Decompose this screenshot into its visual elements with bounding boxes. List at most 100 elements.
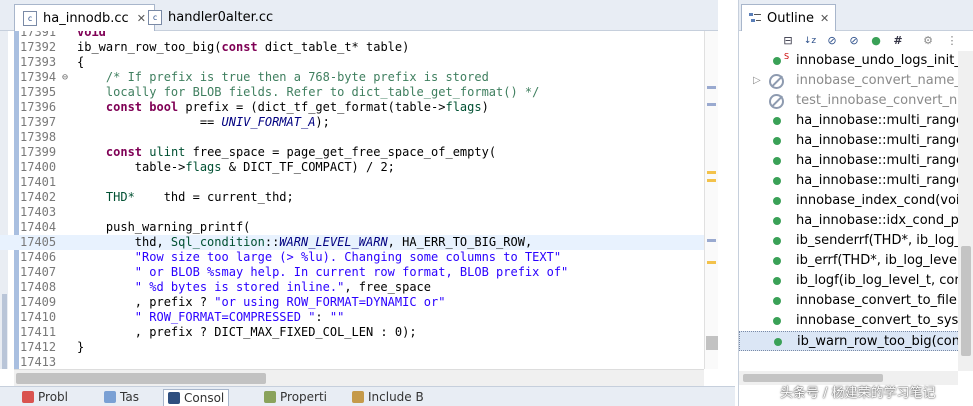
line-number: 17412: [20, 340, 57, 354]
console-icon: [168, 392, 180, 404]
code-line[interactable]: 17409 , prefix ? "or using ROW_FORMAT=DY…: [0, 295, 704, 310]
outline-item[interactable]: innobase_index_cond(void*): [739, 191, 973, 211]
code-token: ulint: [149, 145, 186, 159]
code-line[interactable]: 17394 ⊖ /* If prefix is true then a 768-b…: [0, 70, 704, 85]
scroll-thumb[interactable]: [743, 374, 883, 382]
link-editor-icon[interactable]: ⚙: [921, 34, 935, 48]
outline-item[interactable]: ha_innobase::idx_cond_push: [739, 211, 973, 231]
code-line[interactable]: 17407 " or BLOB %smay help. In current r…: [0, 265, 704, 280]
code-text-area[interactable]: 17391 void 17392 ib_warn_row_too_big(const …: [0, 31, 704, 369]
tab-handler0alter[interactable]: c handler0alter.cc: [140, 4, 281, 31]
outline-item[interactable]: ib_warn_row_too_big(const d: [739, 331, 973, 351]
hide-static-icon[interactable]: ⊘: [847, 34, 861, 48]
code-line[interactable]: 17402 THD* thd = current_thd;: [0, 190, 704, 205]
code-line[interactable]: 17404 push_warning_printf(: [0, 220, 704, 235]
outline-item[interactable]: ha_innobase::multi_range_re: [739, 131, 973, 151]
code-token: ::: [264, 235, 280, 249]
ruler-mark[interactable]: [707, 179, 716, 182]
group-icon[interactable]: #: [891, 34, 905, 48]
function-icon: [773, 177, 781, 185]
outline-item[interactable]: test_innobase_convert_name: [739, 91, 973, 111]
code-line[interactable]: 17401: [0, 175, 704, 190]
tab-console[interactable]: Consol: [163, 389, 230, 406]
expand-icon[interactable]: ▷: [753, 71, 761, 91]
outline-item[interactable]: innobase_convert_to_system_: [739, 311, 973, 331]
code-text: locally for BLOB fields. Refer to dict_t…: [77, 85, 539, 100]
overview-ruler[interactable]: [704, 31, 718, 369]
function-icon: [773, 297, 781, 305]
outline-item[interactable]: ib_senderrf(THD*, ib_log_lev: [739, 231, 973, 251]
hide-nonpublic-icon[interactable]: ●: [869, 34, 883, 48]
tab-outline[interactable]: Outline ✕: [741, 4, 837, 31]
code-line[interactable]: 17395 locally for BLOB fields. Refer to …: [0, 85, 704, 100]
outline-item[interactable]: ha_innobase::multi_range_re: [739, 171, 973, 191]
function-icon: [773, 237, 781, 245]
code-line[interactable]: 17406 "Row size too large (> %lu). Chang…: [0, 250, 704, 265]
ruler-mark[interactable]: [707, 261, 716, 264]
outline-item-label: ha_innobase::multi_range_re: [796, 173, 973, 188]
code-line[interactable]: 17411 , prefix ? DICT_MAX_FIXED_COL_LEN …: [0, 325, 704, 340]
view-menu-icon[interactable]: ⋮: [945, 34, 959, 48]
ruler-mark[interactable]: [707, 103, 716, 106]
tab-properties[interactable]: Properti: [264, 390, 327, 404]
code-line[interactable]: 17391 void: [0, 31, 704, 40]
code-line[interactable]: 17403: [0, 205, 704, 220]
ruler-mark[interactable]: [707, 171, 716, 174]
outline-item[interactable]: ib_logf(ib_log_level_t, const c: [739, 271, 973, 291]
code-token: flags: [445, 100, 482, 114]
hide-fields-icon[interactable]: ⊘: [825, 34, 839, 48]
code-line[interactable]: 17393 {: [0, 55, 704, 70]
outline-item[interactable]: ▷ innobase_convert_name_test: [739, 71, 973, 91]
outline-item[interactable]: ha_innobase::multi_range_re: [739, 111, 973, 131]
code-line[interactable]: 17413: [0, 355, 704, 369]
outline-item[interactable]: ib_errf(THD*, ib_log_level_t, i: [739, 251, 973, 271]
code-text: , prefix ? "or using ROW_FORMAT=DYNAMIC …: [77, 295, 446, 310]
tab-ha-innodb[interactable]: c ha_innodb.cc ✕: [14, 4, 155, 31]
editor-tab-bar: c ha_innodb.cc ✕ c handler0alter.cc: [0, 0, 718, 31]
excluded-icon: [769, 94, 784, 109]
outline-item[interactable]: ha_innobase::multi_range_re: [739, 151, 973, 171]
tab-label: Tas: [120, 390, 139, 404]
line-number: 17391: [20, 31, 57, 39]
outline-item[interactable]: innobase_convert_to_filenam: [739, 291, 973, 311]
tab-problems[interactable]: Probl: [22, 390, 68, 404]
properties-icon: [264, 391, 276, 403]
code-line[interactable]: 17410 " ROW_FORMAT=COMPRESSED ": "": [0, 310, 704, 325]
code-text: push_warning_printf(: [77, 220, 251, 235]
code-line[interactable]: 17408 " %d bytes is stored inline.", fre…: [0, 280, 704, 295]
code-text: THD* thd = current_thd;: [77, 190, 294, 205]
code-text: }: [77, 340, 84, 355]
code-line[interactable]: 17392 ib_warn_row_too_big(const dict_tabl…: [0, 40, 704, 55]
scroll-thumb[interactable]: [16, 373, 266, 384]
fold-toggle-icon[interactable]: ⊖: [62, 70, 72, 85]
code-token: & DICT_TF_COMPACT) / 2;: [221, 160, 395, 174]
ruler-mark[interactable]: [707, 86, 716, 89]
code-line[interactable]: 17396 const bool prefix = (dict_tf_get_f…: [0, 100, 704, 115]
code-line[interactable]: 17400 table->flags & DICT_TF_COMPACT) / …: [0, 160, 704, 175]
tab-include-browser[interactable]: Include B: [352, 390, 424, 404]
code-line[interactable]: 17412}: [0, 340, 704, 355]
scroll-thumb[interactable]: [961, 246, 971, 356]
code-token: dict_table_t* table): [257, 40, 410, 54]
code-token: " %d bytes is stored inline.": [77, 280, 345, 294]
code-line[interactable]: 17397 == UNIV_FORMAT_A);: [0, 115, 704, 130]
code-line[interactable]: 17405 thd, Sql_condition::WARN_LEVEL_WAR…: [0, 235, 704, 250]
sort-az-icon[interactable]: ↓z: [803, 34, 817, 48]
outline-vertical-scrollbar[interactable]: [958, 51, 973, 371]
code-text: /* If prefix is true then a 768-byte pre…: [77, 70, 489, 85]
outline-item[interactable]: Sinnobase_undo_logs_init_def: [739, 51, 973, 71]
horizontal-scrollbar[interactable]: [14, 369, 704, 386]
code-line[interactable]: 17398: [0, 130, 704, 145]
close-icon[interactable]: ✕: [820, 12, 829, 25]
collapse-all-icon[interactable]: ⊟: [781, 34, 795, 48]
vertical-scroll-thumb[interactable]: [706, 336, 718, 350]
tab-tasks[interactable]: Tas: [104, 390, 139, 404]
outline-item-label: innobase_undo_logs_init_def: [796, 53, 973, 68]
code-token: push_warning_printf(: [77, 220, 251, 234]
code-line[interactable]: 17399 const ulint free_space = page_get_…: [0, 145, 704, 160]
ruler-mark[interactable]: [707, 239, 716, 242]
function-icon: [773, 317, 781, 325]
tab-label: Consol: [184, 391, 225, 405]
editor-area[interactable]: c ha_innodb.cc ✕ c handler0alter.cc 1739…: [0, 0, 718, 406]
code-text: ib_warn_row_too_big(const dict_table_t* …: [77, 40, 409, 55]
